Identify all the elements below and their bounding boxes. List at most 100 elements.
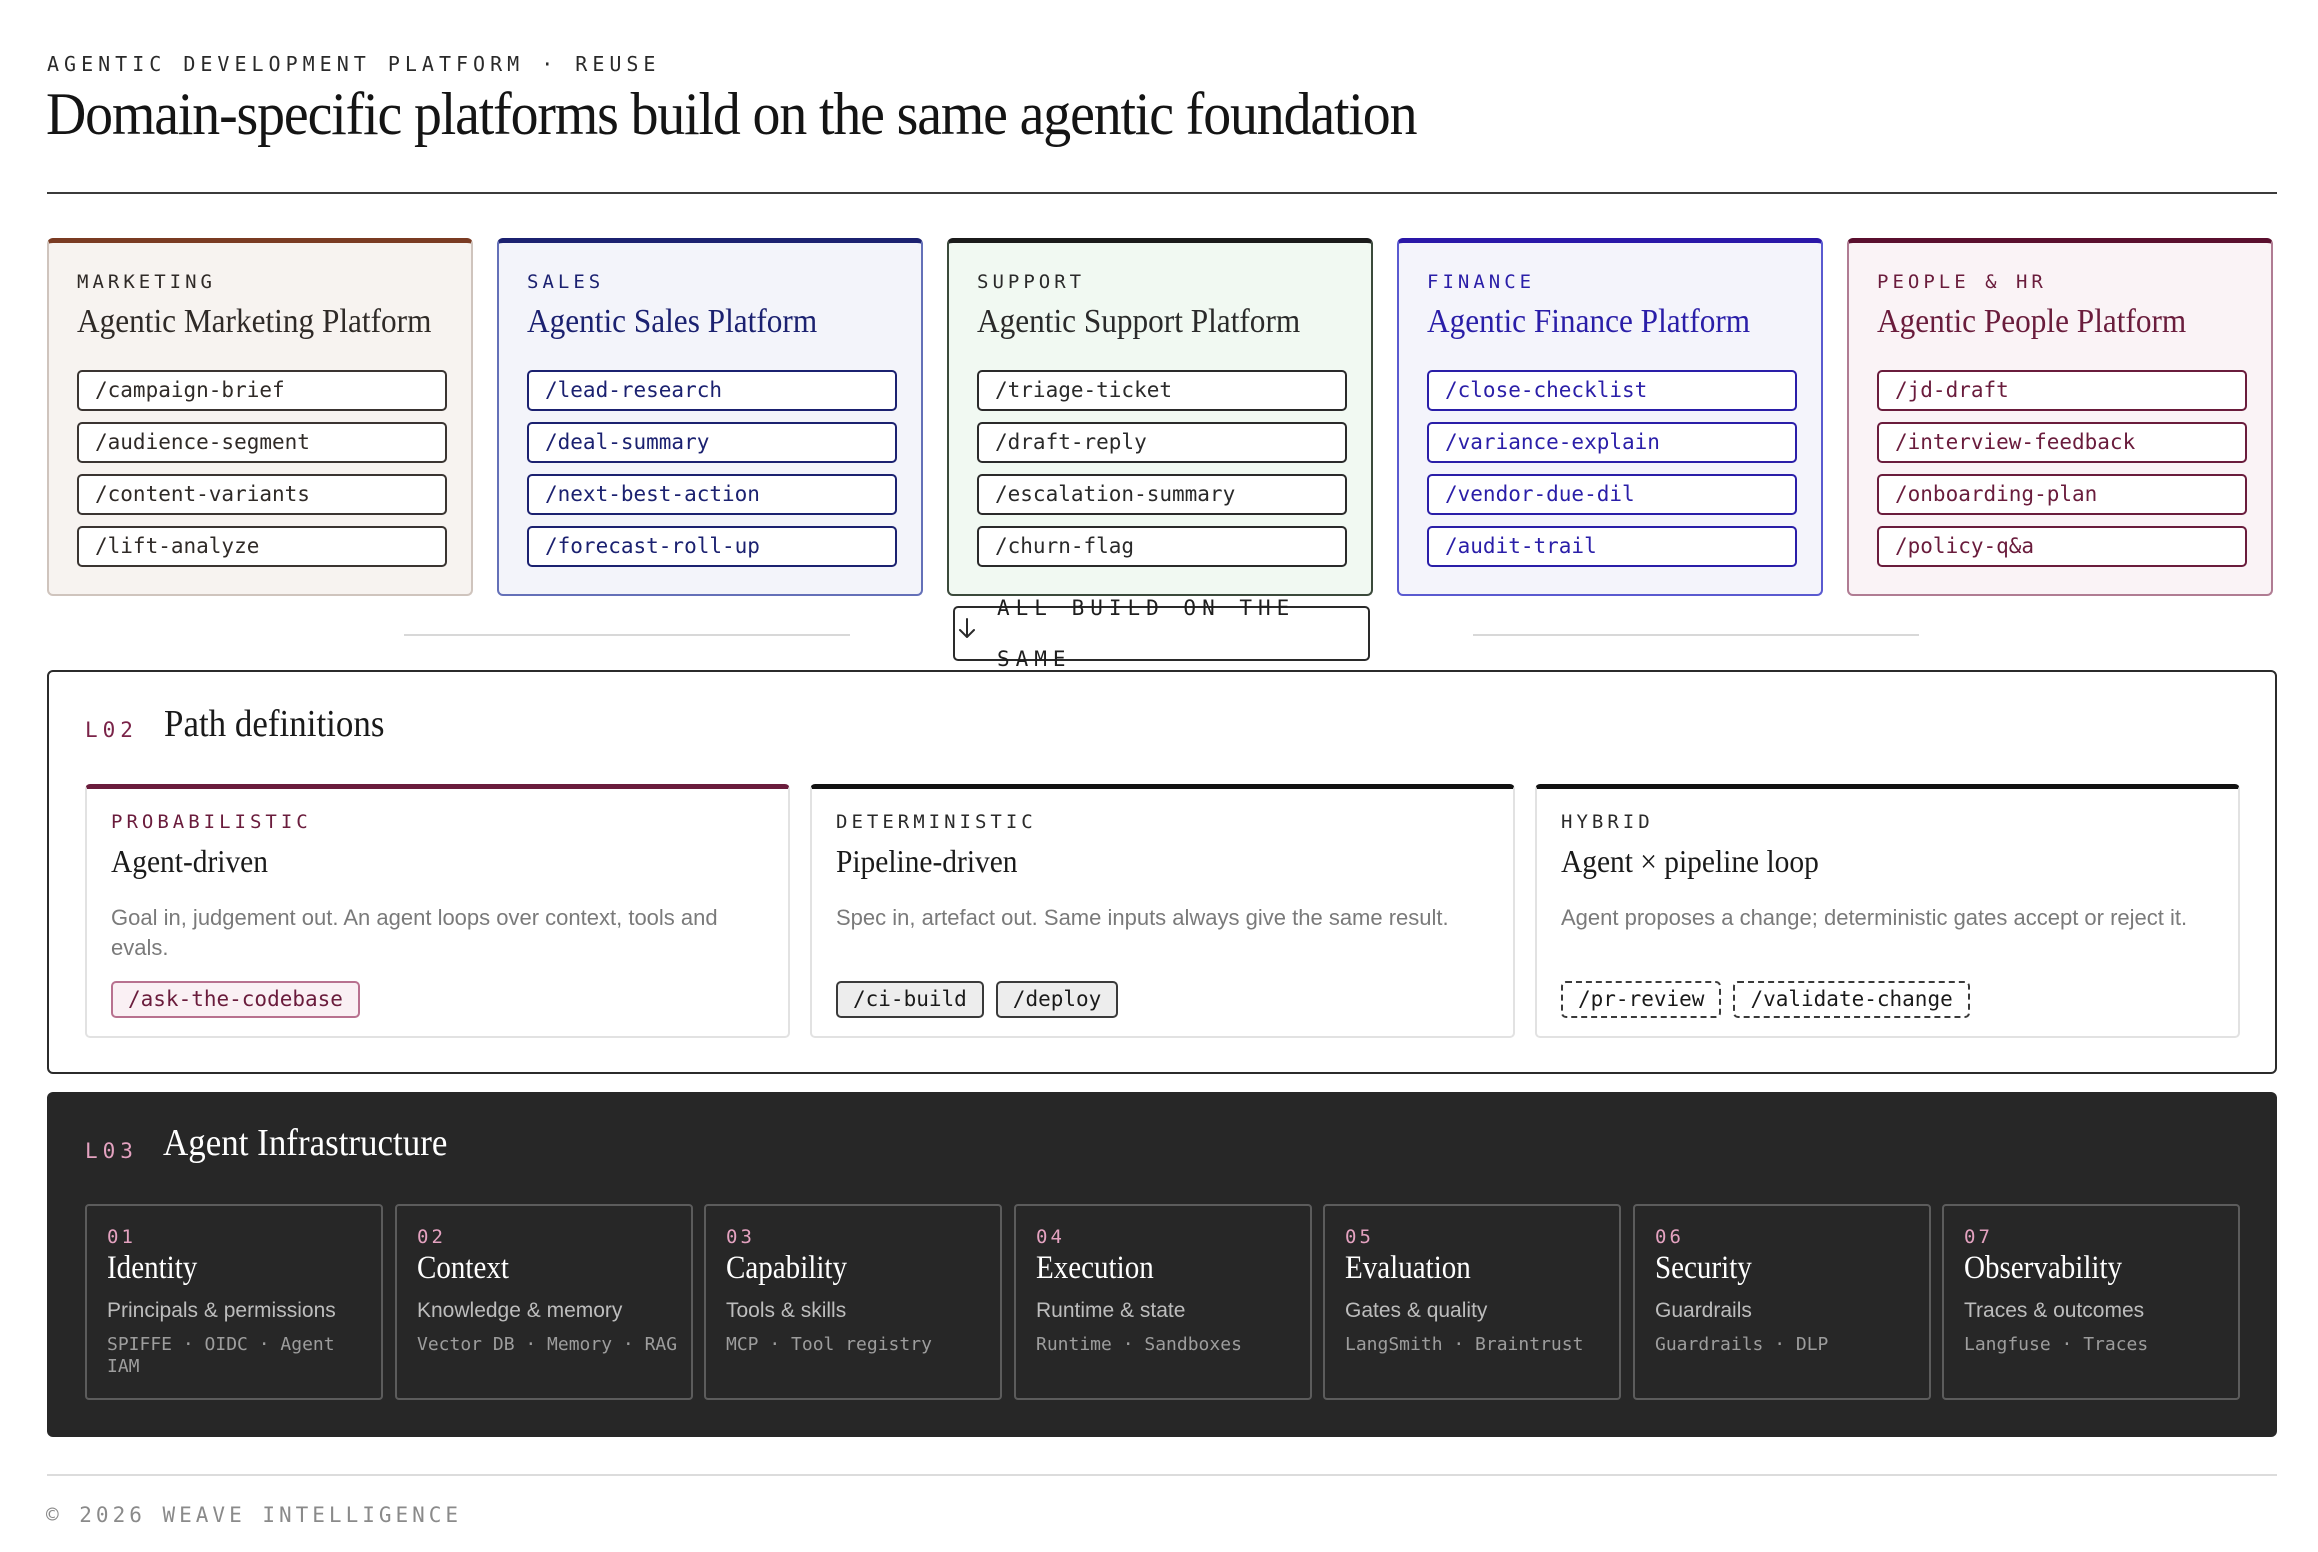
platform-card-marketing: MARKETING Agentic Marketing Platform /ca… <box>47 238 473 596</box>
platform-title: Agentic Marketing Platform <box>77 303 432 340</box>
command-chip[interactable]: /churn-flag <box>977 526 1347 567</box>
infra-tools: Runtime · Sandboxes <box>1036 1334 1242 1355</box>
command-chip[interactable]: /interview-feedback <box>1877 422 2247 463</box>
path-kicker: HYBRID <box>1561 811 1654 833</box>
infra-title: Capability <box>726 1250 847 1286</box>
path-title: Agent × pipeline loop <box>1561 843 1819 879</box>
command-chip[interactable]: /variance-explain <box>1427 422 1797 463</box>
divider <box>47 192 2277 194</box>
infra-card-security: 06 Security Guardrails Guardrails · DLP <box>1633 1204 1931 1400</box>
infra-number: 03 <box>726 1226 755 1248</box>
platform-card-support: SUPPORT Agentic Support Platform /triage… <box>947 238 1373 596</box>
layer-title: Path definitions <box>164 703 385 745</box>
path-card-agent-driven: PROBABILISTIC Agent-driven Goal in, judg… <box>85 784 790 1038</box>
infra-card-context: 02 Context Knowledge & memory Vector DB … <box>395 1204 693 1400</box>
layer-number: L03 <box>85 1139 138 1163</box>
infra-card-evaluation: 05 Evaluation Gates & quality LangSmith … <box>1323 1204 1621 1400</box>
command-tag[interactable]: /ci-build <box>836 981 984 1018</box>
command-chip[interactable]: /escalation-summary <box>977 474 1347 515</box>
path-title: Pipeline-driven <box>836 843 1018 879</box>
infra-title: Identity <box>107 1250 198 1286</box>
infra-subtitle: Tools & skills <box>726 1299 847 1322</box>
command-chip[interactable]: /forecast-roll-up <box>527 526 897 567</box>
path-kicker: PROBABILISTIC <box>111 811 312 833</box>
platform-title: Agentic Support Platform <box>977 303 1301 340</box>
infra-tools: LangSmith · Braintrust <box>1345 1334 1584 1355</box>
infra-subtitle: Principals & permissions <box>107 1299 336 1322</box>
page-title: Domain-specific platforms build on the s… <box>46 81 1417 147</box>
infra-number: 06 <box>1655 1226 1684 1248</box>
command-chip[interactable]: /jd-draft <box>1877 370 2247 411</box>
platform-card-finance: FINANCE Agentic Finance Platform /close-… <box>1397 238 1823 596</box>
infra-number: 05 <box>1345 1226 1374 1248</box>
infra-number: 07 <box>1964 1226 1993 1248</box>
path-kicker: DETERMINISTIC <box>836 811 1037 833</box>
path-card-hybrid-loop: HYBRID Agent × pipeline loop Agent propo… <box>1535 784 2240 1038</box>
infra-tools: Guardrails · DLP <box>1655 1334 1829 1355</box>
command-chip[interactable]: /close-checklist <box>1427 370 1797 411</box>
connector-line <box>404 634 850 636</box>
infra-title: Observability <box>1964 1250 2123 1286</box>
platform-title: Agentic Finance Platform <box>1427 303 1751 340</box>
command-chip[interactable]: /draft-reply <box>977 422 1347 463</box>
infra-card-execution: 04 Execution Runtime & state Runtime · S… <box>1014 1204 1312 1400</box>
command-chip[interactable]: /onboarding-plan <box>1877 474 2247 515</box>
command-chip[interactable]: /next-best-action <box>527 474 897 515</box>
infra-tools: SPIFFE · OIDC · Agent IAM <box>107 1334 335 1377</box>
infra-title: Execution <box>1036 1250 1154 1286</box>
command-chip[interactable]: /audit-trail <box>1427 526 1797 567</box>
command-chip[interactable]: /campaign-brief <box>77 370 447 411</box>
infra-subtitle: Runtime & state <box>1036 1299 1186 1322</box>
arrow-down-icon <box>955 608 979 659</box>
platform-kicker: SUPPORT <box>977 271 1086 293</box>
infra-card-identity: 01 Identity Principals & permissions SPI… <box>85 1204 383 1400</box>
command-chip[interactable]: /audience-segment <box>77 422 447 463</box>
infra-card-capability: 03 Capability Tools & skills MCP · Tool … <box>704 1204 1002 1400</box>
eyebrow: AGENTIC DEVELOPMENT PLATFORM · REUSE <box>47 52 661 76</box>
command-chip[interactable]: /triage-ticket <box>977 370 1347 411</box>
infra-subtitle: Knowledge & memory <box>417 1299 623 1322</box>
platform-kicker: MARKETING <box>77 271 216 293</box>
infra-subtitle: Guardrails <box>1655 1299 1752 1322</box>
infra-subtitle: Traces & outcomes <box>1964 1299 2145 1322</box>
platform-card-people: PEOPLE & HR Agentic People Platform /jd-… <box>1847 238 2273 596</box>
infra-card-observability: 07 Observability Traces & outcomes Langf… <box>1942 1204 2240 1400</box>
platform-title: Agentic Sales Platform <box>527 303 818 340</box>
command-chip[interactable]: /deal-summary <box>527 422 897 463</box>
command-chip[interactable]: /lead-research <box>527 370 897 411</box>
infra-tools: MCP · Tool registry <box>726 1334 932 1355</box>
infra-number: 04 <box>1036 1226 1065 1248</box>
command-chip[interactable]: /lift-analyze <box>77 526 447 567</box>
command-chip[interactable]: /content-variants <box>77 474 447 515</box>
infra-subtitle: Gates & quality <box>1345 1299 1488 1322</box>
path-title: Agent-driven <box>111 843 268 879</box>
command-tag[interactable]: /deploy <box>995 981 1119 1018</box>
infra-title: Security <box>1655 1250 1752 1286</box>
infra-title: Context <box>417 1250 509 1286</box>
platform-kicker: PEOPLE & HR <box>1877 271 2047 293</box>
command-tag[interactable]: /pr-review <box>1561 981 1722 1018</box>
path-description: Agent proposes a change; deterministic g… <box>1561 905 2188 930</box>
infra-tools: Vector DB · Memory · RAG <box>417 1334 678 1355</box>
footer-copyright: © 2026 WEAVE INTELLIGENCE <box>46 1503 463 1527</box>
connector-pill: ALL BUILD ON THE SAME <box>953 596 1370 671</box>
path-description: Spec in, artefact out. Same inputs alway… <box>836 905 1449 930</box>
agent-infrastructure-layer: L03 Agent Infrastructure 01 Identity Pri… <box>47 1092 2277 1437</box>
path-card-pipeline-driven: DETERMINISTIC Pipeline-driven Spec in, a… <box>810 784 1515 1038</box>
command-chip[interactable]: /policy-q&a <box>1877 526 2247 567</box>
command-tag[interactable]: /ask-the-codebase <box>111 981 360 1018</box>
infra-tools: Langfuse · Traces <box>1964 1334 2149 1355</box>
divider <box>47 1474 2277 1476</box>
layer-title: Agent Infrastructure <box>163 1122 448 1164</box>
platform-card-sales: SALES Agentic Sales Platform /lead-resea… <box>497 238 923 596</box>
command-tag[interactable]: /validate-change <box>1733 981 1970 1018</box>
infra-title: Evaluation <box>1345 1250 1471 1286</box>
path-description: Goal in, judgement out. An agent loops o… <box>111 905 718 960</box>
infra-number: 01 <box>107 1226 136 1248</box>
path-definitions-layer: L02 Path definitions PROBABILISTIC Agent… <box>47 670 2277 1074</box>
platform-kicker: SALES <box>527 271 605 293</box>
layer-number: L02 <box>85 718 138 742</box>
connector-line <box>1473 634 1919 636</box>
command-chip[interactable]: /vendor-due-dil <box>1427 474 1797 515</box>
infra-number: 02 <box>417 1226 446 1248</box>
